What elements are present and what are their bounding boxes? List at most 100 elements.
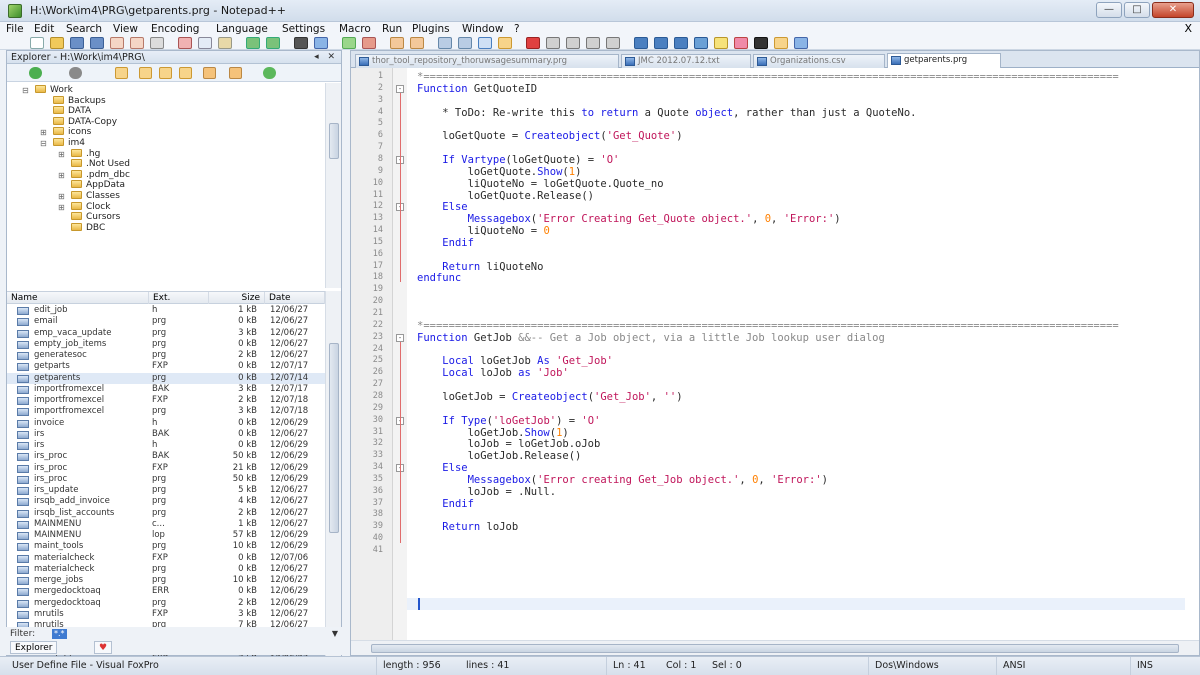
code-line[interactable]: Return loJob <box>417 521 518 533</box>
menu-encoding[interactable]: Encoding <box>151 22 199 36</box>
code-line[interactable]: *=======================================… <box>417 71 1119 83</box>
save-icon[interactable] <box>70 37 84 49</box>
file-row[interactable]: materialcheck prg 0 kB 12/06/27 <box>7 564 325 575</box>
cut-icon[interactable] <box>178 37 192 49</box>
run-icon[interactable] <box>203 67 216 79</box>
code-line[interactable]: loGetQuote = Createobject('Get_Quote') <box>417 130 682 142</box>
column-date[interactable]: Date <box>265 292 325 304</box>
highlight-icon[interactable] <box>714 37 728 49</box>
sync-v-icon[interactable] <box>390 37 404 49</box>
file-row[interactable]: mrutils FXP 3 kB 12/06/27 <box>7 609 325 620</box>
menu-edit[interactable]: Edit <box>34 22 54 36</box>
code-line[interactable]: * ToDo: Re-write this to return a Quote … <box>417 107 916 119</box>
horizontal-scroll-thumb[interactable] <box>371 644 1179 653</box>
code-line[interactable]: Function GetQuoteID <box>417 83 537 95</box>
code-line[interactable]: endfunc <box>417 272 461 284</box>
tree-node[interactable]: .Not Used <box>71 159 130 170</box>
collapse-icon[interactable]: ⊟ <box>40 138 47 149</box>
file-list-scroll-thumb[interactable] <box>329 343 339 533</box>
tab-favorites[interactable]: ♥ <box>94 641 113 654</box>
replace-icon[interactable] <box>314 37 328 49</box>
file-row[interactable]: irsqb_add_invoice prg 4 kB 12/06/27 <box>7 496 325 507</box>
file-row[interactable]: empty_job_items prg 0 kB 12/06/27 <box>7 339 325 350</box>
code-line[interactable]: Else <box>417 462 467 474</box>
menu-settings[interactable]: Settings <box>282 22 325 36</box>
bookmark-icon[interactable] <box>694 37 708 49</box>
find-in-files-icon[interactable] <box>159 67 172 79</box>
code-line[interactable]: loGetJob.Release() <box>417 450 582 462</box>
code-line[interactable]: loGetJob = Createobject('Get_Job', '') <box>417 391 682 403</box>
file-row[interactable]: edit_job h 1 kB 12/06/27 <box>7 305 325 316</box>
find-icon[interactable] <box>294 37 308 49</box>
explorer-header-buttons[interactable]: ◂ ✕ <box>314 51 338 64</box>
file-row[interactable]: MAINMENU lop 57 kB 12/06/29 <box>7 530 325 541</box>
collapse-icon[interactable]: ⊟ <box>22 85 29 96</box>
expand-icon[interactable]: ⊞ <box>58 202 65 213</box>
code-line[interactable]: loGetQuote.Show(1) <box>417 166 582 178</box>
tab-explorer[interactable]: Explorer <box>10 641 58 654</box>
expand-icon[interactable]: ⊞ <box>58 149 65 160</box>
file-row[interactable]: getparents prg 0 kB 12/07/14 <box>7 372 325 384</box>
code-line[interactable]: Return liQuoteNo <box>417 261 543 273</box>
indent-guide-icon[interactable] <box>478 37 492 49</box>
file-row[interactable]: importfromexcel BAK 3 kB 12/07/17 <box>7 384 325 395</box>
menu-help[interactable]: ? <box>514 22 520 36</box>
code-line[interactable]: Messagebox('Error creating Get_Job objec… <box>417 474 828 486</box>
code-line[interactable]: Endif <box>417 237 474 249</box>
file-row[interactable]: irs BAK 0 kB 12/06/27 <box>7 429 325 440</box>
file-row[interactable]: maint_tools prg 10 kB 12/06/29 <box>7 541 325 552</box>
spell-check-icon[interactable] <box>794 37 808 49</box>
close-button[interactable]: ✕ <box>1152 2 1194 18</box>
arrow-down-icon[interactable] <box>674 37 688 49</box>
tree-node[interactable]: Cursors <box>71 212 120 223</box>
folder-up-icon[interactable] <box>115 67 128 79</box>
open-file-icon[interactable] <box>50 37 64 49</box>
maximize-button[interactable]: □ <box>1124 2 1150 18</box>
zoom-out-icon[interactable] <box>362 37 376 49</box>
code-line[interactable]: If Vartype(loGetQuote) = 'O' <box>417 154 619 166</box>
file-row[interactable]: irs_update prg 5 kB 12/06/27 <box>7 485 325 496</box>
tree-node[interactable]: Backups <box>53 95 106 107</box>
zoom-in-icon[interactable] <box>342 37 356 49</box>
code-line[interactable]: loGetJob.Show(1) <box>417 427 569 439</box>
code-line[interactable]: If Type('loGetJob') = 'O' <box>417 415 600 427</box>
tree-node[interactable]: ⊞ .pdm_dbc <box>58 169 130 181</box>
column-size[interactable]: Size <box>209 292 265 304</box>
menu-file[interactable]: File <box>6 22 24 36</box>
file-row[interactable]: irs_proc FXP 21 kB 12/06/29 <box>7 463 325 474</box>
refresh-icon[interactable] <box>263 67 276 79</box>
forward-icon[interactable] <box>69 67 82 79</box>
code-line[interactable]: Messagebox('Error Creating Get_Quote obj… <box>417 213 841 225</box>
tree-node[interactable]: DBC <box>71 222 105 234</box>
favorites-icon[interactable] <box>734 37 748 49</box>
tree-scrollbar[interactable] <box>325 83 341 288</box>
tree-node[interactable]: DATA-Copy <box>53 116 117 128</box>
file-row[interactable]: email prg 0 kB 12/06/27 <box>7 316 325 327</box>
close-file-icon[interactable] <box>110 37 124 49</box>
file-row[interactable]: emp_vaca_update prg 3 kB 12/06/27 <box>7 328 325 339</box>
column-name[interactable]: Name <box>7 292 149 304</box>
tree-node[interactable]: AppData <box>71 180 125 191</box>
code-line[interactable]: liQuoteNo = loGetQuote.Quote_no <box>417 178 664 190</box>
code-line[interactable]: loJob = loGetJob.oJob <box>417 438 601 450</box>
tab-getparents[interactable]: getparents.prg <box>887 53 1001 68</box>
code-line[interactable]: loJob = .Null. <box>417 486 557 498</box>
save-macro-icon[interactable] <box>606 37 620 49</box>
sync-h-icon[interactable] <box>410 37 424 49</box>
arrow-up-icon[interactable] <box>654 37 668 49</box>
chevron-down-icon[interactable]: ▼ <box>332 627 338 641</box>
fold-toggle-icon[interactable]: - <box>396 84 404 93</box>
expand-icon[interactable]: ⊞ <box>58 170 65 181</box>
tree-node[interactable]: DATA <box>53 106 91 117</box>
stop-macro-icon[interactable] <box>546 37 560 49</box>
record-macro-icon[interactable] <box>526 37 540 49</box>
file-row[interactable]: invoice h 0 kB 12/06/29 <box>7 418 325 429</box>
file-row[interactable]: materialcheck FXP 0 kB 12/07/06 <box>7 553 325 564</box>
minimize-button[interactable]: — <box>1096 2 1122 18</box>
redo-icon[interactable] <box>266 37 280 49</box>
code-line[interactable]: *=======================================… <box>417 320 1119 332</box>
file-row[interactable]: generatesoc prg 2 kB 12/06/27 <box>7 350 325 361</box>
code-line[interactable]: Local loGetJob As 'Get_Job' <box>417 355 613 367</box>
tab-thor-tool[interactable]: thor_tool_repository_thoruwsagesummary.p… <box>355 54 619 68</box>
tree-node[interactable]: ⊟ Work <box>22 85 73 96</box>
